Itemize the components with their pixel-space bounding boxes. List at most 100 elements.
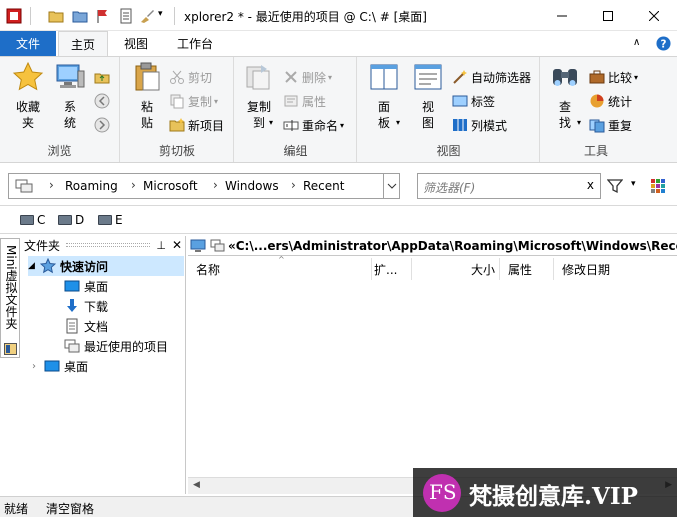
filter-placeholder: 筛选器(F) <box>423 181 476 195</box>
folder-icon[interactable] <box>72 8 88 24</box>
help-icon[interactable]: ? <box>656 36 671 51</box>
tab-view[interactable]: 视图 <box>112 31 160 56</box>
breadcrumb-item[interactable]: Recent <box>303 179 344 193</box>
funnel-icon[interactable] <box>607 178 623 194</box>
chevron-down-icon <box>387 183 396 189</box>
tab-file[interactable]: 文件 <box>0 31 56 56</box>
stats-icon <box>590 94 604 108</box>
auto-filter-button[interactable]: 自动筛选器 <box>452 67 531 87</box>
column-header-ext[interactable]: 扩... <box>372 258 412 280</box>
svg-text:?: ? <box>661 38 667 50</box>
rename-button[interactable]: 重命名 ▾ <box>283 115 344 135</box>
app-icon[interactable] <box>6 8 22 24</box>
tree-node-documents[interactable]: 文档 <box>64 316 108 336</box>
column-header-name[interactable]: 名称 <box>188 258 372 280</box>
column-header-size[interactable]: 大小 <box>412 258 500 280</box>
address-bar[interactable]: › Roaming › Microsoft › Windows › Recent <box>8 173 400 199</box>
tab-desktop[interactable]: 工作台 <box>166 31 224 56</box>
briefcase-icon <box>589 70 605 84</box>
breadcrumb-item[interactable]: Microsoft <box>143 179 198 193</box>
back-icon[interactable] <box>94 93 110 109</box>
scroll-left-icon[interactable]: ◀ <box>193 480 200 490</box>
go-up-icon[interactable] <box>94 69 110 85</box>
folder-tree-pane: 文件夹 ⊥ ✕ ◢ 快速访问 桌面 下载 文档 最近使用的项目 › 桌面 <box>22 236 186 494</box>
favorites-button[interactable]: 收藏 夹 <box>8 61 48 131</box>
pin-icon[interactable]: ⊥ <box>156 239 166 252</box>
recent-items-icon <box>64 339 80 353</box>
drive-c-button[interactable]: C <box>20 212 45 228</box>
delete-button[interactable]: 删除 ▾ <box>283 67 332 87</box>
new-folder-icon <box>169 118 185 132</box>
star-icon <box>40 258 56 274</box>
title-bar: ▾ xplorer2 * - 最近使用的项目 @ C:\ # [桌面] <box>0 0 677 31</box>
folder-icon[interactable] <box>48 8 64 24</box>
flag-icon[interactable] <box>95 8 111 24</box>
system-button[interactable]: 系 统 <box>52 61 88 131</box>
filter-dropdown[interactable]: ▾ <box>631 179 636 189</box>
status-clear-pane: 清空窗格 <box>46 502 95 516</box>
filter-input[interactable]: 筛选器(F) x <box>417 173 601 199</box>
forward-icon[interactable] <box>94 117 110 133</box>
tree-node-quick-access[interactable]: ◢ 快速访问 <box>28 256 184 276</box>
properties-button[interactable]: 属性 <box>283 91 326 111</box>
breadcrumb-item[interactable]: Windows <box>225 179 279 193</box>
duplicates-button[interactable]: 重复 <box>589 115 632 135</box>
minimize-button[interactable] <box>539 0 585 31</box>
copy-to-button[interactable]: 复制 到 ▾ <box>241 61 277 131</box>
mini-virtual-folder-tab[interactable]: Mini虚拟文件夹 <box>0 238 20 358</box>
group-label: 浏览 <box>47 144 72 158</box>
column-mode-icon <box>453 119 467 131</box>
paste-button[interactable]: 粘 贴 <box>129 61 165 131</box>
tab-home[interactable]: 主页 <box>58 31 108 56</box>
watermark: FS 梵摄创意库.VIP <box>413 468 677 517</box>
drive-e-button[interactable]: E <box>98 212 123 228</box>
drive-icon <box>20 215 34 225</box>
tag-icon <box>452 95 468 107</box>
column-header-attributes[interactable]: 属性 <box>500 258 554 280</box>
pane-path-text: «C:\...ers\Administrator\AppData\Roaming… <box>228 238 677 253</box>
expand-arrow-icon[interactable]: › <box>32 361 44 372</box>
tree-node-downloads[interactable]: 下载 <box>64 296 108 316</box>
tags-button[interactable]: 标签 <box>452 91 495 111</box>
pane-path-title: «C:\...ers\Administrator\AppData\Roaming… <box>188 236 677 256</box>
stats-button[interactable]: 统计 <box>589 91 632 111</box>
expand-arrow-icon[interactable]: ◢ <box>28 261 40 271</box>
copy-to-icon <box>246 65 270 90</box>
filter-clear-button[interactable]: x <box>587 178 594 192</box>
rename-icon <box>283 120 299 131</box>
view-button[interactable]: 视 图 <box>410 61 446 131</box>
drive-d-button[interactable]: D <box>58 212 84 228</box>
document-icon[interactable] <box>118 8 134 24</box>
panel-icon <box>370 64 398 90</box>
group-label: 工具 <box>583 144 608 158</box>
maximize-button[interactable] <box>585 0 631 31</box>
close-button[interactable] <box>631 0 677 31</box>
group-browse: 收藏 夹 系 统 浏览 <box>0 57 120 162</box>
quick-access-dropdown[interactable]: ▾ <box>158 9 163 19</box>
tree-node-desktop-root[interactable]: › 桌面 <box>32 356 88 376</box>
copy-button[interactable]: 复制 ▾ <box>169 91 218 111</box>
compare-button[interactable]: 比较 ▾ <box>589 67 638 87</box>
properties-icon <box>284 95 298 107</box>
panel-button[interactable]: 面 板 ▾ <box>366 61 402 131</box>
new-item-button[interactable]: 新项目 <box>169 115 224 135</box>
column-header-modified[interactable]: 修改日期 <box>554 258 677 280</box>
color-grid-icon[interactable] <box>651 179 665 193</box>
column-mode-button[interactable]: 列模式 <box>452 115 507 135</box>
delete-icon <box>285 71 297 83</box>
star-icon <box>12 61 44 91</box>
address-dropdown[interactable] <box>383 174 399 198</box>
brush-icon[interactable] <box>139 8 155 24</box>
group-edit: 复制 到 ▾ 删除 ▾ 属性 重命名 ▾ 编组 <box>235 57 357 162</box>
cut-button[interactable]: 剪切 <box>169 67 212 87</box>
close-pane-icon[interactable]: ✕ <box>172 238 182 252</box>
group-label: 剪切板 <box>158 144 195 158</box>
breadcrumb-item[interactable]: Roaming <box>65 179 118 193</box>
tree-node-desktop[interactable]: 桌面 <box>64 276 108 296</box>
drive-icon <box>58 215 72 225</box>
tree-node-recent[interactable]: 最近使用的项目 <box>64 336 168 356</box>
computer-icon <box>56 64 85 88</box>
find-button[interactable]: 查 找 ▾ <box>547 61 583 131</box>
status-ready: 就绪 <box>4 502 29 516</box>
collapse-ribbon-button[interactable]: ∧ <box>633 37 640 48</box>
